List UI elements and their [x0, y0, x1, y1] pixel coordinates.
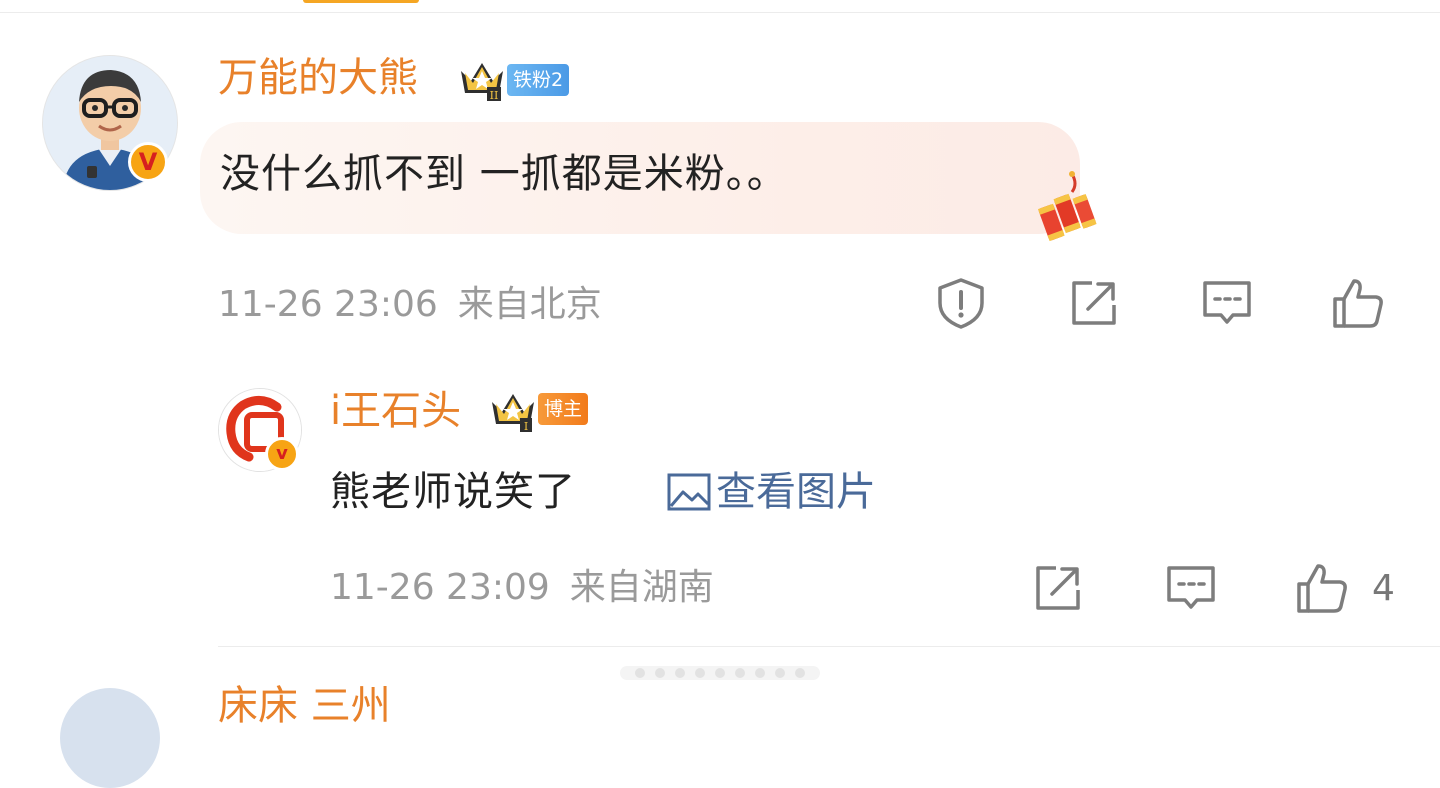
- reply-icon[interactable]: [1163, 560, 1219, 616]
- reply-icon[interactable]: [1199, 275, 1255, 331]
- active-tab-indicator: [303, 0, 419, 3]
- next-comment-username[interactable]: 床床 三州: [218, 682, 391, 730]
- verified-badge: V: [128, 142, 168, 182]
- share-icon[interactable]: [1030, 560, 1086, 616]
- firecracker-sticker-icon: [1037, 171, 1097, 242]
- comment-text: 没什么抓不到 一抓都是米粉。。: [220, 151, 788, 197]
- svg-text:II: II: [490, 89, 499, 101]
- image-icon: [667, 473, 711, 511]
- view-image-link[interactable]: 查看图片: [666, 468, 876, 516]
- comment-meta: 11-26 23:06 来自北京: [218, 283, 602, 327]
- comment-location: 来自北京: [457, 284, 602, 325]
- like-icon[interactable]: [1330, 275, 1386, 331]
- crown-icon: I: [492, 394, 534, 432]
- reply-time: 11-26 23:09: [330, 567, 550, 608]
- crown-icon: II: [461, 63, 503, 101]
- share-icon[interactable]: [1066, 275, 1122, 331]
- verified-badge: v: [265, 437, 299, 471]
- svg-text:I: I: [524, 420, 528, 432]
- fan-level-tag: 铁粉2: [507, 64, 570, 96]
- reply-username[interactable]: i王石头: [330, 387, 461, 435]
- blogger-tag: 博主: [538, 393, 589, 425]
- avatar[interactable]: [60, 688, 160, 788]
- comment-time: 11-26 23:06: [218, 284, 438, 325]
- report-icon[interactable]: [933, 275, 989, 331]
- divider: [0, 12, 1440, 13]
- reply-meta: 11-26 23:09 来自湖南: [330, 566, 714, 610]
- like-icon[interactable]: [1294, 560, 1350, 616]
- watermark-dots: [620, 666, 820, 680]
- reply-location: 来自湖南: [569, 567, 714, 608]
- divider: [218, 646, 1440, 647]
- comment-username[interactable]: 万能的大熊: [218, 54, 418, 102]
- reply-text: 熊老师说笑了: [330, 469, 576, 515]
- view-image-label: 查看图片: [716, 469, 876, 515]
- like-count: 4: [1372, 568, 1395, 609]
